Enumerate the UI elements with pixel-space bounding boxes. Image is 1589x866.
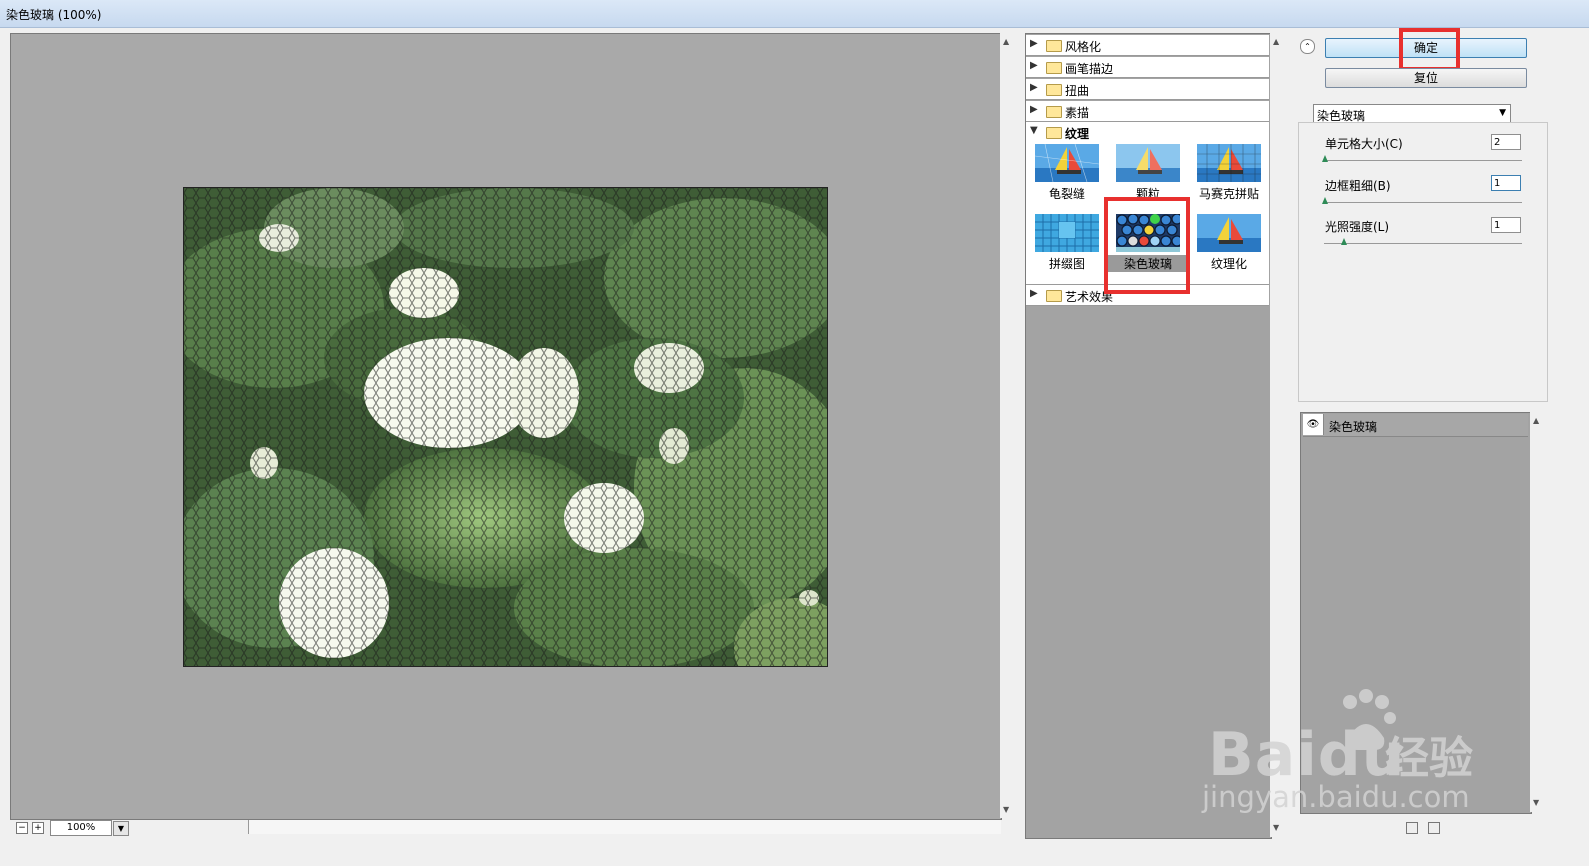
selected-filter-highlight <box>1104 197 1190 294</box>
thumb-grain[interactable] <box>1116 144 1180 182</box>
preview-horizontal-scrollbar[interactable] <box>248 820 1001 834</box>
category-distort[interactable]: ▶ 扭曲 <box>1026 79 1269 100</box>
watermark-url: jingyan.baidu.com <box>1202 780 1470 814</box>
light-intensity-slider[interactable] <box>1324 243 1522 244</box>
category-sketch[interactable]: ▶ 素描 <box>1026 101 1269 122</box>
thumb-mosaic-tiles[interactable] <box>1197 144 1261 182</box>
preview-vertical-scrollbar[interactable]: ▲ ▼ <box>1000 33 1014 818</box>
layers-scrollbar[interactable]: ▲ ▼ <box>1530 412 1544 812</box>
scroll-down-icon[interactable]: ▼ <box>1003 805 1009 814</box>
preview-image[interactable] <box>183 187 828 667</box>
param-label-border-thickness: 边框粗细(B) <box>1325 179 1391 193</box>
window-title: 染色玻璃 (100%) <box>6 8 102 22</box>
cell-size-slider-handle[interactable] <box>1322 155 1328 162</box>
folder-icon <box>1046 84 1062 96</box>
folder-icon <box>1046 106 1062 118</box>
baidu-watermark: Baidu 经验 jingyan.baidu.com <box>1200 680 1500 820</box>
new-effect-layer-icon[interactable] <box>1406 822 1418 834</box>
border-thickness-slider-handle[interactable] <box>1322 197 1328 204</box>
expand-triangle-icon[interactable]: ▶ <box>1030 60 1038 71</box>
thumb-label: 马赛克拼贴 <box>1198 187 1259 201</box>
expand-triangle-icon[interactable]: ▶ <box>1030 288 1038 299</box>
scroll-up-icon[interactable]: ▲ <box>1273 37 1279 46</box>
light-intensity-input[interactable]: 1 <box>1491 217 1521 233</box>
scroll-down-icon[interactable]: ▼ <box>1533 798 1539 807</box>
effect-layer[interactable]: 👁 染色玻璃 <box>1303 414 1528 437</box>
reset-button[interactable]: 复位 <box>1325 68 1527 88</box>
zoom-out-button[interactable]: − <box>16 822 28 834</box>
thumb-patchwork[interactable] <box>1035 214 1099 252</box>
category-texture[interactable]: ▼ 纹理 <box>1026 122 1269 142</box>
thumb-label: 纹理化 <box>1210 257 1247 271</box>
scroll-up-icon[interactable]: ▲ <box>1533 416 1539 425</box>
zoom-level-field[interactable]: 100% <box>50 820 112 836</box>
zoom-dropdown-icon[interactable]: ▼ <box>113 821 129 836</box>
cell-size-slider[interactable] <box>1324 160 1522 161</box>
thumb-label: 拼缀图 <box>1048 257 1085 271</box>
thumb-craquelure[interactable] <box>1035 144 1099 182</box>
category-stylize[interactable]: ▶ 风格化 <box>1026 35 1269 56</box>
eye-icon[interactable]: 👁 <box>1303 414 1324 435</box>
ok-button-highlight <box>1399 28 1460 71</box>
collapse-triangle-icon[interactable]: ▼ <box>1030 125 1038 136</box>
param-label-light-intensity: 光照强度(L) <box>1325 220 1390 234</box>
thumb-label: 龟裂缝 <box>1048 187 1085 201</box>
folder-icon <box>1046 62 1062 74</box>
scroll-up-icon[interactable]: ▲ <box>1003 37 1009 46</box>
border-thickness-input[interactable]: 1 <box>1491 175 1521 191</box>
watermark-cn: 经验 <box>1385 733 1473 784</box>
chevron-down-icon: ▼ <box>1499 108 1506 118</box>
folder-open-icon <box>1046 127 1062 139</box>
expand-triangle-icon[interactable]: ▶ <box>1030 82 1038 93</box>
folder-icon <box>1046 40 1062 52</box>
folder-icon <box>1046 290 1062 302</box>
title-bar: 染色玻璃 (100%) <box>0 0 1589 28</box>
stained-glass-image <box>184 188 827 666</box>
param-label-cell-size: 单元格大小(C) <box>1325 137 1403 151</box>
thumb-texturizer[interactable] <box>1197 214 1261 252</box>
cell-size-input[interactable]: 2 <box>1491 134 1521 150</box>
border-thickness-slider[interactable] <box>1324 202 1522 203</box>
effect-layer-label: 染色玻璃 <box>1329 420 1378 434</box>
delete-effect-layer-icon[interactable] <box>1428 822 1440 834</box>
light-intensity-slider-handle[interactable] <box>1341 238 1347 245</box>
filter-select[interactable]: 染色玻璃 ▼ <box>1313 104 1511 124</box>
collapse-gallery-icon[interactable]: ⌃ <box>1300 39 1315 54</box>
expand-triangle-icon[interactable]: ▶ <box>1030 38 1038 49</box>
scroll-down-icon[interactable]: ▼ <box>1273 823 1279 832</box>
filter-parameters <box>1298 122 1548 402</box>
preview-footer: − + 100% ▼ <box>10 820 1001 836</box>
expand-triangle-icon[interactable]: ▶ <box>1030 104 1038 115</box>
category-brush-strokes[interactable]: ▶ 画笔描边 <box>1026 57 1269 78</box>
zoom-in-button[interactable]: + <box>32 822 44 834</box>
